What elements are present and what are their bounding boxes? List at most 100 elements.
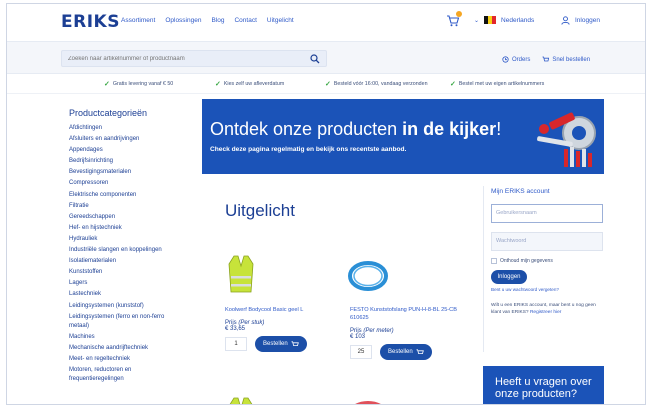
nav-oplossingen[interactable]: Oplossingen: [165, 17, 201, 24]
quick-order-label: Snel bestellen: [552, 56, 591, 63]
search-icon[interactable]: [310, 54, 320, 64]
register-note: Wilt u een ERIKS account, maar bent u no…: [491, 302, 604, 316]
account-panel: Mijn ERIKS account Gebruikersnaam Wachtw…: [483, 186, 604, 352]
top-navigation: ERIKS Assortiment Oplossingen Blog Conta…: [7, 4, 645, 42]
category-link[interactable]: Lagers: [69, 279, 199, 288]
search-box: [61, 50, 327, 67]
login-button[interactable]: Inloggen: [491, 270, 527, 284]
usp-item: ✓ Bestel met uw eigen artikelnummers: [450, 80, 544, 88]
questions-box[interactable]: Heeft u vragen over onze producten?: [483, 366, 604, 404]
user-icon: [561, 16, 570, 25]
order-button[interactable]: Bestellen: [255, 336, 307, 352]
hose-coil-image[interactable]: [347, 400, 389, 405]
product-card: FESTO Kunststofslang PUN-H-8-BL 25-CB 61…: [350, 306, 460, 360]
order-links: Orders Snel bestellen: [502, 56, 590, 63]
banner-headline: Ontdek onze producten in de kijker!: [210, 119, 501, 140]
category-link[interactable]: Gereedschappen: [69, 213, 199, 222]
category-link[interactable]: Isolatiematerialen: [69, 257, 199, 266]
banner-headline-bold: in de kijker: [402, 119, 497, 139]
usp-text: Kies zelf uw afleverdatum: [223, 81, 285, 87]
category-link[interactable]: Machines: [69, 333, 199, 342]
search-band: Orders Snel bestellen: [7, 42, 645, 74]
product-price: € 33,65: [225, 326, 246, 332]
usp-text: Gratis levering vanaf € 50: [112, 81, 174, 87]
orders-label: Orders: [512, 56, 531, 63]
browser-page: ERIKS Assortiment Oplossingen Blog Conta…: [6, 3, 646, 405]
quick-order-link[interactable]: Snel bestellen: [542, 56, 590, 63]
cart-plus-icon: [542, 56, 550, 62]
category-link[interactable]: Lastechniek: [69, 290, 199, 299]
usp-item: ✓ Gratis levering vanaf € 50: [104, 80, 173, 88]
category-link[interactable]: Bevestigingsmaterialen: [69, 168, 199, 177]
order-button[interactable]: Bestellen: [380, 344, 432, 360]
search-input[interactable]: [68, 53, 298, 65]
safety-vest-image[interactable]: [228, 396, 254, 405]
usp-item: ✓ Kies zelf uw afleverdatum: [215, 80, 284, 88]
login-label: Inloggen: [575, 17, 600, 24]
remember-checkbox[interactable]: [491, 258, 497, 264]
username-field[interactable]: Gebruikersnaam: [491, 204, 603, 223]
chevron-down-icon: ⌄: [474, 17, 480, 24]
nav-contact[interactable]: Contact: [234, 17, 256, 24]
order-button-label: Bestellen: [263, 341, 288, 347]
nav-assortiment[interactable]: Assortiment: [121, 17, 155, 24]
category-link[interactable]: Appendages: [69, 146, 199, 155]
category-sidebar: Productcategorieën Afdichtingen Afsluite…: [69, 108, 199, 386]
quantity-input[interactable]: 1: [225, 337, 247, 351]
category-link[interactable]: Compressoren: [69, 179, 199, 188]
register-link[interactable]: Registreer hier: [530, 310, 561, 315]
banner-headline-regular: Ontdek onze producten: [210, 119, 403, 139]
category-link[interactable]: Hef- en hijstechniek: [69, 224, 199, 233]
usp-text: Bestel met uw eigen artikelnummers: [458, 81, 545, 87]
remember-label: Onthoud mijn gegevens: [500, 258, 553, 264]
product-name[interactable]: Koolwerf Bodycool Basic geel L: [225, 306, 335, 314]
remember-me[interactable]: Onthoud mijn gegevens: [491, 258, 604, 264]
usp-text: Besteld vóór 16:00, vandaag verzonden: [333, 81, 428, 87]
category-link[interactable]: Leidingsystemen (ferro en non-ferro meta…: [69, 313, 165, 331]
language-selector[interactable]: ⌄ Nederlands: [474, 16, 534, 24]
section-title: Uitgelicht: [225, 201, 295, 220]
login-link[interactable]: Inloggen: [561, 16, 600, 25]
category-link[interactable]: Meet- en regeltechniek: [69, 355, 199, 364]
quantity-row: 25 Bestellen: [350, 344, 460, 360]
product-name[interactable]: FESTO Kunststofslang PUN-H-8-BL 25-CB 61…: [350, 306, 460, 322]
check-icon: ✓: [325, 81, 331, 88]
account-title: Mijn ERIKS account: [491, 188, 550, 195]
category-link[interactable]: Kunststoffen: [69, 268, 199, 277]
order-button-label: Bestellen: [388, 349, 413, 355]
banner-subline: Check deze pagina regelmatig en bekijk o…: [210, 146, 407, 153]
orders-link[interactable]: Orders: [502, 56, 530, 63]
main-nav: Assortiment Oplossingen Blog Contact Uit…: [121, 17, 294, 24]
quantity-input[interactable]: 25: [350, 345, 372, 359]
tools-illustration: [537, 112, 596, 167]
category-link[interactable]: Bedrijfsinrichting: [69, 157, 199, 166]
product-price: € 103: [350, 334, 366, 340]
category-link[interactable]: Industriële slangen en koppelingen: [69, 246, 199, 255]
usp-band: ✓ Gratis levering vanaf € 50 ✓ Kies zelf u…: [7, 74, 645, 94]
category-link[interactable]: Leidingsystemen (kunststof): [69, 302, 199, 311]
language-label: Nederlands: [501, 16, 535, 24]
safety-vest-image[interactable]: [228, 254, 254, 294]
nav-blog[interactable]: Blog: [211, 17, 224, 24]
promo-banner[interactable]: Ontdek onze producten in de kijker! Chec…: [202, 99, 604, 174]
banner-headline-end: !: [496, 119, 502, 139]
sidebar-title: Productcategorieën: [69, 108, 148, 118]
quantity-row: 1 Bestellen: [225, 336, 335, 352]
category-link[interactable]: Elektrische componenten: [69, 191, 199, 200]
history-icon: [502, 56, 509, 63]
category-link[interactable]: Mechanische aandrijftechniek: [69, 344, 199, 353]
category-link[interactable]: Afsluiters en aandrijvingen: [69, 135, 199, 144]
cart-icon: [416, 348, 424, 354]
check-icon: ✓: [450, 81, 456, 88]
hose-coil-image[interactable]: [347, 259, 389, 293]
price-unit: (Per meter): [363, 328, 394, 334]
check-icon: ✓: [104, 81, 110, 88]
eriks-logo[interactable]: ERIKS: [61, 12, 120, 32]
password-field[interactable]: Wachtwoord: [491, 232, 603, 251]
category-link[interactable]: Filtratie: [69, 202, 199, 211]
category-link[interactable]: Motoren, reductoren en frequentieregelin…: [69, 366, 165, 384]
category-link[interactable]: Hydrauliek: [69, 235, 199, 244]
category-link[interactable]: Afdichtingen: [69, 124, 199, 133]
nav-uitgelicht[interactable]: Uitgelicht: [267, 17, 294, 24]
forgot-password-link[interactable]: Bent u uw wachtwoord vergeten?: [491, 287, 604, 292]
